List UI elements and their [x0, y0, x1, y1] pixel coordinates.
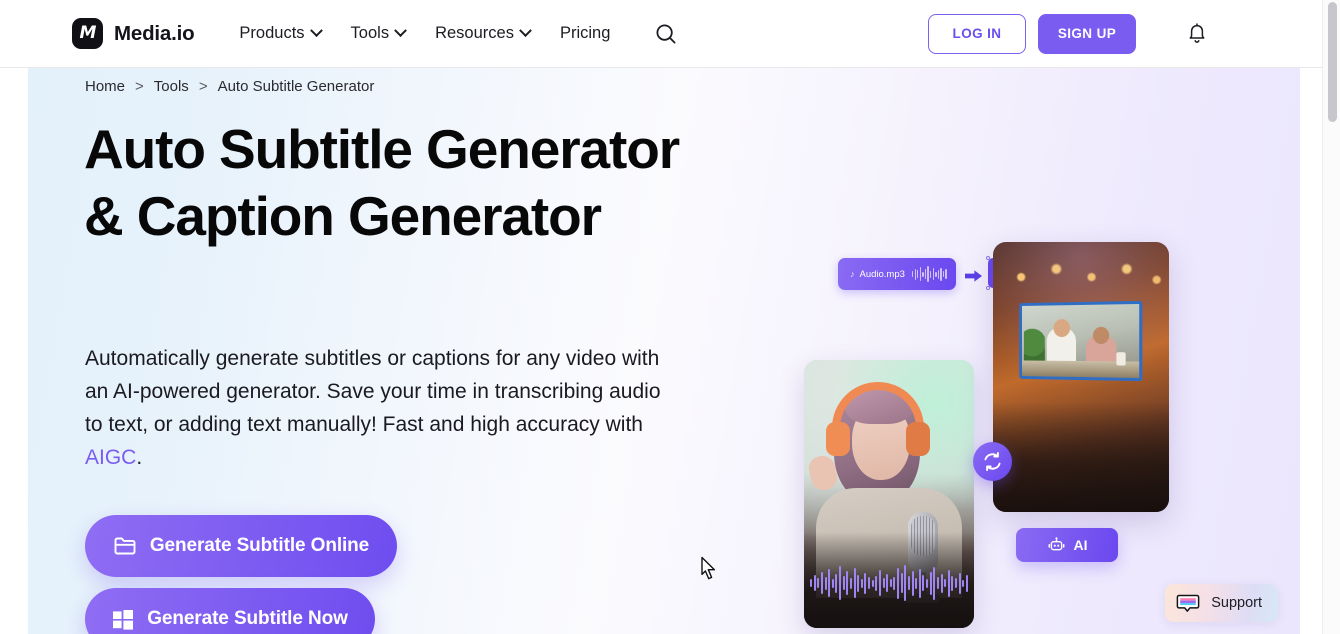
logo-text: Media.io: [114, 21, 195, 45]
nav-label: Resources: [435, 24, 514, 42]
chevron-down-icon: [394, 24, 407, 38]
screen-person-one-head: [1053, 319, 1071, 338]
generate-subtitle-online-button[interactable]: Generate Subtitle Online: [85, 515, 397, 577]
nav-label: Tools: [350, 24, 390, 42]
chip-waveform: [911, 266, 947, 282]
ai-button[interactable]: AI: [1016, 528, 1118, 562]
folder-icon: [114, 537, 136, 555]
sync-refresh-icon: [984, 451, 1001, 472]
generate-subtitle-now-button[interactable]: Generate Subtitle Now: [85, 588, 375, 634]
cta-label: Generate Subtitle Now: [147, 608, 348, 629]
logo-mark-icon: M: [72, 18, 103, 49]
scrollbar-thumb[interactable]: [1328, 2, 1337, 122]
search-button[interactable]: [649, 17, 683, 51]
main-nav: Products Tools Resources Pricing: [224, 16, 683, 51]
nav-label: Products: [239, 24, 305, 42]
aigc-link[interactable]: AIGC: [85, 446, 136, 469]
log-in-button[interactable]: LOG IN: [928, 13, 1026, 54]
nav-item-tools[interactable]: Tools: [336, 16, 421, 51]
video-preview-card: Subtitle style: [993, 242, 1169, 512]
music-note-icon: ♪: [850, 269, 855, 279]
header-actions: LOG IN SIGN UP: [928, 13, 1212, 54]
breadcrumb-separator: >: [135, 78, 144, 95]
page-title: Auto Subtitle Generator & Caption Genera…: [84, 118, 680, 247]
headphone-cup-left: [826, 422, 850, 456]
chevron-down-icon: [309, 24, 323, 38]
breadcrumb-item-home[interactable]: Home: [85, 78, 125, 95]
notifications-button[interactable]: [1182, 19, 1212, 49]
breadcrumb-separator: >: [198, 78, 208, 95]
ai-button-label: AI: [1073, 537, 1088, 553]
handle-top-left: [986, 256, 990, 260]
bell-icon: [1189, 22, 1205, 43]
breadcrumb-item-current: Auto Subtitle Generator: [217, 78, 375, 95]
search-icon: [656, 24, 676, 44]
logo-mark-letter: M: [79, 23, 97, 43]
podcast-photo-card: [804, 360, 974, 628]
audio-waveform: [810, 560, 968, 606]
nav-item-resources[interactable]: Resources: [420, 16, 545, 51]
headphone-cup-right: [906, 422, 930, 456]
nav-label: Pricing: [559, 24, 611, 42]
audio-file-name: Audio.mp3: [859, 268, 905, 280]
hero-description-text: Automatically generate subtitles or capt…: [85, 347, 661, 436]
logo[interactable]: M Media.io: [72, 18, 195, 49]
support-label: Support: [1211, 595, 1262, 611]
audio-file-chip: ♪ Audio.mp3: [838, 258, 956, 290]
tv-screen: [1019, 300, 1143, 382]
hero-description-end: .: [136, 446, 143, 469]
screen-cup: [1116, 352, 1126, 366]
video-vignette: [993, 402, 1169, 512]
site-header: M Media.io Products Tools Resources Pric…: [0, 0, 1322, 68]
robot-icon: [1048, 536, 1064, 550]
chevron-down-icon: [519, 24, 532, 38]
screen-person-two-head: [1092, 326, 1110, 345]
cta-label: Generate Subtitle Online: [149, 535, 370, 556]
page-root: M Media.io Products Tools Resources Pric…: [0, 0, 1340, 634]
hero-illustration: ♪ Audio.mp3 T: [776, 228, 1176, 628]
support-widget-button[interactable]: Support: [1165, 584, 1278, 622]
sync-button[interactable]: [973, 442, 1012, 481]
breadcrumb: Home > Tools > Auto Subtitle Generator: [85, 78, 374, 95]
breadcrumb-item-tools[interactable]: Tools: [154, 78, 189, 95]
convert-arrow-icon: [965, 270, 982, 282]
sign-up-button[interactable]: SIGN UP: [1038, 13, 1136, 54]
mouse-cursor: [701, 556, 716, 580]
handle-bottom-left: [986, 286, 990, 290]
windows-logo-icon: [113, 610, 134, 630]
nav-item-products[interactable]: Products: [224, 16, 335, 51]
page-scrollbar[interactable]: [1322, 0, 1340, 634]
hero-section: Home > Tools > Auto Subtitle Generator A…: [28, 68, 1300, 634]
hero-description: Automatically generate subtitles or capt…: [85, 342, 665, 474]
chat-bubble-icon: [1176, 594, 1200, 612]
nav-item-pricing[interactable]: Pricing: [545, 16, 625, 51]
